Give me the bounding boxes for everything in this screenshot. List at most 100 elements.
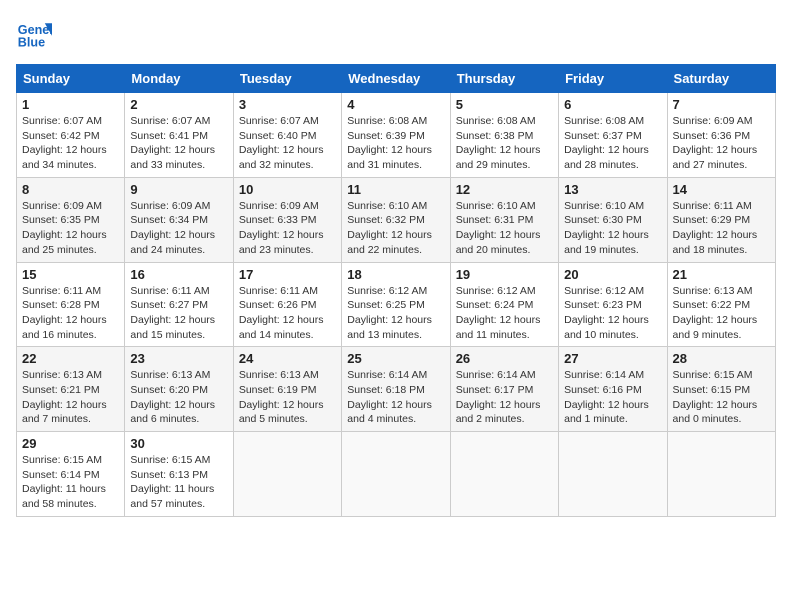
day-info: Sunrise: 6:09 AMSunset: 6:36 PMDaylight:… [673, 115, 758, 171]
weekday-header-thursday: Thursday [450, 65, 558, 93]
logo: General Blue [16, 16, 52, 52]
calendar-cell: 11 Sunrise: 6:10 AMSunset: 6:32 PMDaylig… [342, 177, 450, 262]
day-info: Sunrise: 6:13 AMSunset: 6:20 PMDaylight:… [130, 369, 215, 425]
calendar-cell: 16 Sunrise: 6:11 AMSunset: 6:27 PMDaylig… [125, 262, 233, 347]
day-number: 30 [130, 436, 227, 451]
day-number: 12 [456, 182, 553, 197]
day-number: 22 [22, 351, 119, 366]
calendar-cell: 2 Sunrise: 6:07 AMSunset: 6:41 PMDayligh… [125, 93, 233, 178]
day-info: Sunrise: 6:12 AMSunset: 6:24 PMDaylight:… [456, 285, 541, 341]
day-info: Sunrise: 6:10 AMSunset: 6:31 PMDaylight:… [456, 200, 541, 256]
day-number: 1 [22, 97, 119, 112]
day-info: Sunrise: 6:07 AMSunset: 6:40 PMDaylight:… [239, 115, 324, 171]
calendar-cell: 28 Sunrise: 6:15 AMSunset: 6:15 PMDaylig… [667, 347, 775, 432]
calendar-cell: 15 Sunrise: 6:11 AMSunset: 6:28 PMDaylig… [17, 262, 125, 347]
day-number: 28 [673, 351, 770, 366]
calendar-cell: 27 Sunrise: 6:14 AMSunset: 6:16 PMDaylig… [559, 347, 667, 432]
calendar-cell: 4 Sunrise: 6:08 AMSunset: 6:39 PMDayligh… [342, 93, 450, 178]
calendar-cell: 3 Sunrise: 6:07 AMSunset: 6:40 PMDayligh… [233, 93, 341, 178]
day-number: 10 [239, 182, 336, 197]
day-info: Sunrise: 6:15 AMSunset: 6:15 PMDaylight:… [673, 369, 758, 425]
day-info: Sunrise: 6:12 AMSunset: 6:25 PMDaylight:… [347, 285, 432, 341]
calendar-cell: 5 Sunrise: 6:08 AMSunset: 6:38 PMDayligh… [450, 93, 558, 178]
calendar-cell: 19 Sunrise: 6:12 AMSunset: 6:24 PMDaylig… [450, 262, 558, 347]
day-number: 7 [673, 97, 770, 112]
calendar-cell: 30 Sunrise: 6:15 AMSunset: 6:13 PMDaylig… [125, 432, 233, 517]
day-info: Sunrise: 6:15 AMSunset: 6:13 PMDaylight:… [130, 454, 214, 510]
day-info: Sunrise: 6:11 AMSunset: 6:27 PMDaylight:… [130, 285, 215, 341]
day-number: 13 [564, 182, 661, 197]
day-number: 20 [564, 267, 661, 282]
day-info: Sunrise: 6:08 AMSunset: 6:38 PMDaylight:… [456, 115, 541, 171]
day-info: Sunrise: 6:11 AMSunset: 6:28 PMDaylight:… [22, 285, 107, 341]
day-number: 3 [239, 97, 336, 112]
calendar-cell: 6 Sunrise: 6:08 AMSunset: 6:37 PMDayligh… [559, 93, 667, 178]
calendar-cell: 9 Sunrise: 6:09 AMSunset: 6:34 PMDayligh… [125, 177, 233, 262]
day-number: 11 [347, 182, 444, 197]
calendar-cell: 14 Sunrise: 6:11 AMSunset: 6:29 PMDaylig… [667, 177, 775, 262]
day-info: Sunrise: 6:07 AMSunset: 6:42 PMDaylight:… [22, 115, 107, 171]
calendar-cell: 1 Sunrise: 6:07 AMSunset: 6:42 PMDayligh… [17, 93, 125, 178]
day-info: Sunrise: 6:13 AMSunset: 6:21 PMDaylight:… [22, 369, 107, 425]
day-number: 9 [130, 182, 227, 197]
calendar-cell: 22 Sunrise: 6:13 AMSunset: 6:21 PMDaylig… [17, 347, 125, 432]
calendar-cell [667, 432, 775, 517]
calendar-cell [233, 432, 341, 517]
day-info: Sunrise: 6:11 AMSunset: 6:29 PMDaylight:… [673, 200, 758, 256]
calendar-cell: 24 Sunrise: 6:13 AMSunset: 6:19 PMDaylig… [233, 347, 341, 432]
day-number: 5 [456, 97, 553, 112]
day-info: Sunrise: 6:08 AMSunset: 6:37 PMDaylight:… [564, 115, 649, 171]
day-number: 25 [347, 351, 444, 366]
calendar-cell: 7 Sunrise: 6:09 AMSunset: 6:36 PMDayligh… [667, 93, 775, 178]
day-info: Sunrise: 6:10 AMSunset: 6:30 PMDaylight:… [564, 200, 649, 256]
day-number: 23 [130, 351, 227, 366]
svg-text:Blue: Blue [18, 36, 45, 50]
calendar-cell: 18 Sunrise: 6:12 AMSunset: 6:25 PMDaylig… [342, 262, 450, 347]
header: General Blue [16, 16, 776, 52]
day-info: Sunrise: 6:09 AMSunset: 6:33 PMDaylight:… [239, 200, 324, 256]
day-number: 2 [130, 97, 227, 112]
calendar-cell: 21 Sunrise: 6:13 AMSunset: 6:22 PMDaylig… [667, 262, 775, 347]
day-info: Sunrise: 6:09 AMSunset: 6:34 PMDaylight:… [130, 200, 215, 256]
calendar-table: SundayMondayTuesdayWednesdayThursdayFrid… [16, 64, 776, 517]
day-number: 16 [130, 267, 227, 282]
calendar-cell [559, 432, 667, 517]
weekday-header-wednesday: Wednesday [342, 65, 450, 93]
calendar-cell [342, 432, 450, 517]
weekday-header-sunday: Sunday [17, 65, 125, 93]
day-number: 29 [22, 436, 119, 451]
day-number: 15 [22, 267, 119, 282]
day-number: 26 [456, 351, 553, 366]
logo-icon: General Blue [16, 16, 52, 52]
day-number: 18 [347, 267, 444, 282]
calendar-cell: 17 Sunrise: 6:11 AMSunset: 6:26 PMDaylig… [233, 262, 341, 347]
day-info: Sunrise: 6:14 AMSunset: 6:16 PMDaylight:… [564, 369, 649, 425]
calendar-cell: 13 Sunrise: 6:10 AMSunset: 6:30 PMDaylig… [559, 177, 667, 262]
day-info: Sunrise: 6:08 AMSunset: 6:39 PMDaylight:… [347, 115, 432, 171]
calendar-cell: 29 Sunrise: 6:15 AMSunset: 6:14 PMDaylig… [17, 432, 125, 517]
day-number: 14 [673, 182, 770, 197]
weekday-header-tuesday: Tuesday [233, 65, 341, 93]
calendar-cell [450, 432, 558, 517]
day-info: Sunrise: 6:14 AMSunset: 6:17 PMDaylight:… [456, 369, 541, 425]
day-info: Sunrise: 6:13 AMSunset: 6:22 PMDaylight:… [673, 285, 758, 341]
calendar-cell: 23 Sunrise: 6:13 AMSunset: 6:20 PMDaylig… [125, 347, 233, 432]
day-info: Sunrise: 6:11 AMSunset: 6:26 PMDaylight:… [239, 285, 324, 341]
calendar-cell: 20 Sunrise: 6:12 AMSunset: 6:23 PMDaylig… [559, 262, 667, 347]
day-number: 6 [564, 97, 661, 112]
day-info: Sunrise: 6:15 AMSunset: 6:14 PMDaylight:… [22, 454, 106, 510]
weekday-header-friday: Friday [559, 65, 667, 93]
calendar-cell: 25 Sunrise: 6:14 AMSunset: 6:18 PMDaylig… [342, 347, 450, 432]
calendar-cell: 10 Sunrise: 6:09 AMSunset: 6:33 PMDaylig… [233, 177, 341, 262]
day-number: 21 [673, 267, 770, 282]
weekday-header-saturday: Saturday [667, 65, 775, 93]
day-number: 27 [564, 351, 661, 366]
calendar-cell: 26 Sunrise: 6:14 AMSunset: 6:17 PMDaylig… [450, 347, 558, 432]
day-number: 4 [347, 97, 444, 112]
day-number: 24 [239, 351, 336, 366]
day-number: 17 [239, 267, 336, 282]
day-info: Sunrise: 6:10 AMSunset: 6:32 PMDaylight:… [347, 200, 432, 256]
day-info: Sunrise: 6:14 AMSunset: 6:18 PMDaylight:… [347, 369, 432, 425]
day-info: Sunrise: 6:12 AMSunset: 6:23 PMDaylight:… [564, 285, 649, 341]
calendar-cell: 12 Sunrise: 6:10 AMSunset: 6:31 PMDaylig… [450, 177, 558, 262]
